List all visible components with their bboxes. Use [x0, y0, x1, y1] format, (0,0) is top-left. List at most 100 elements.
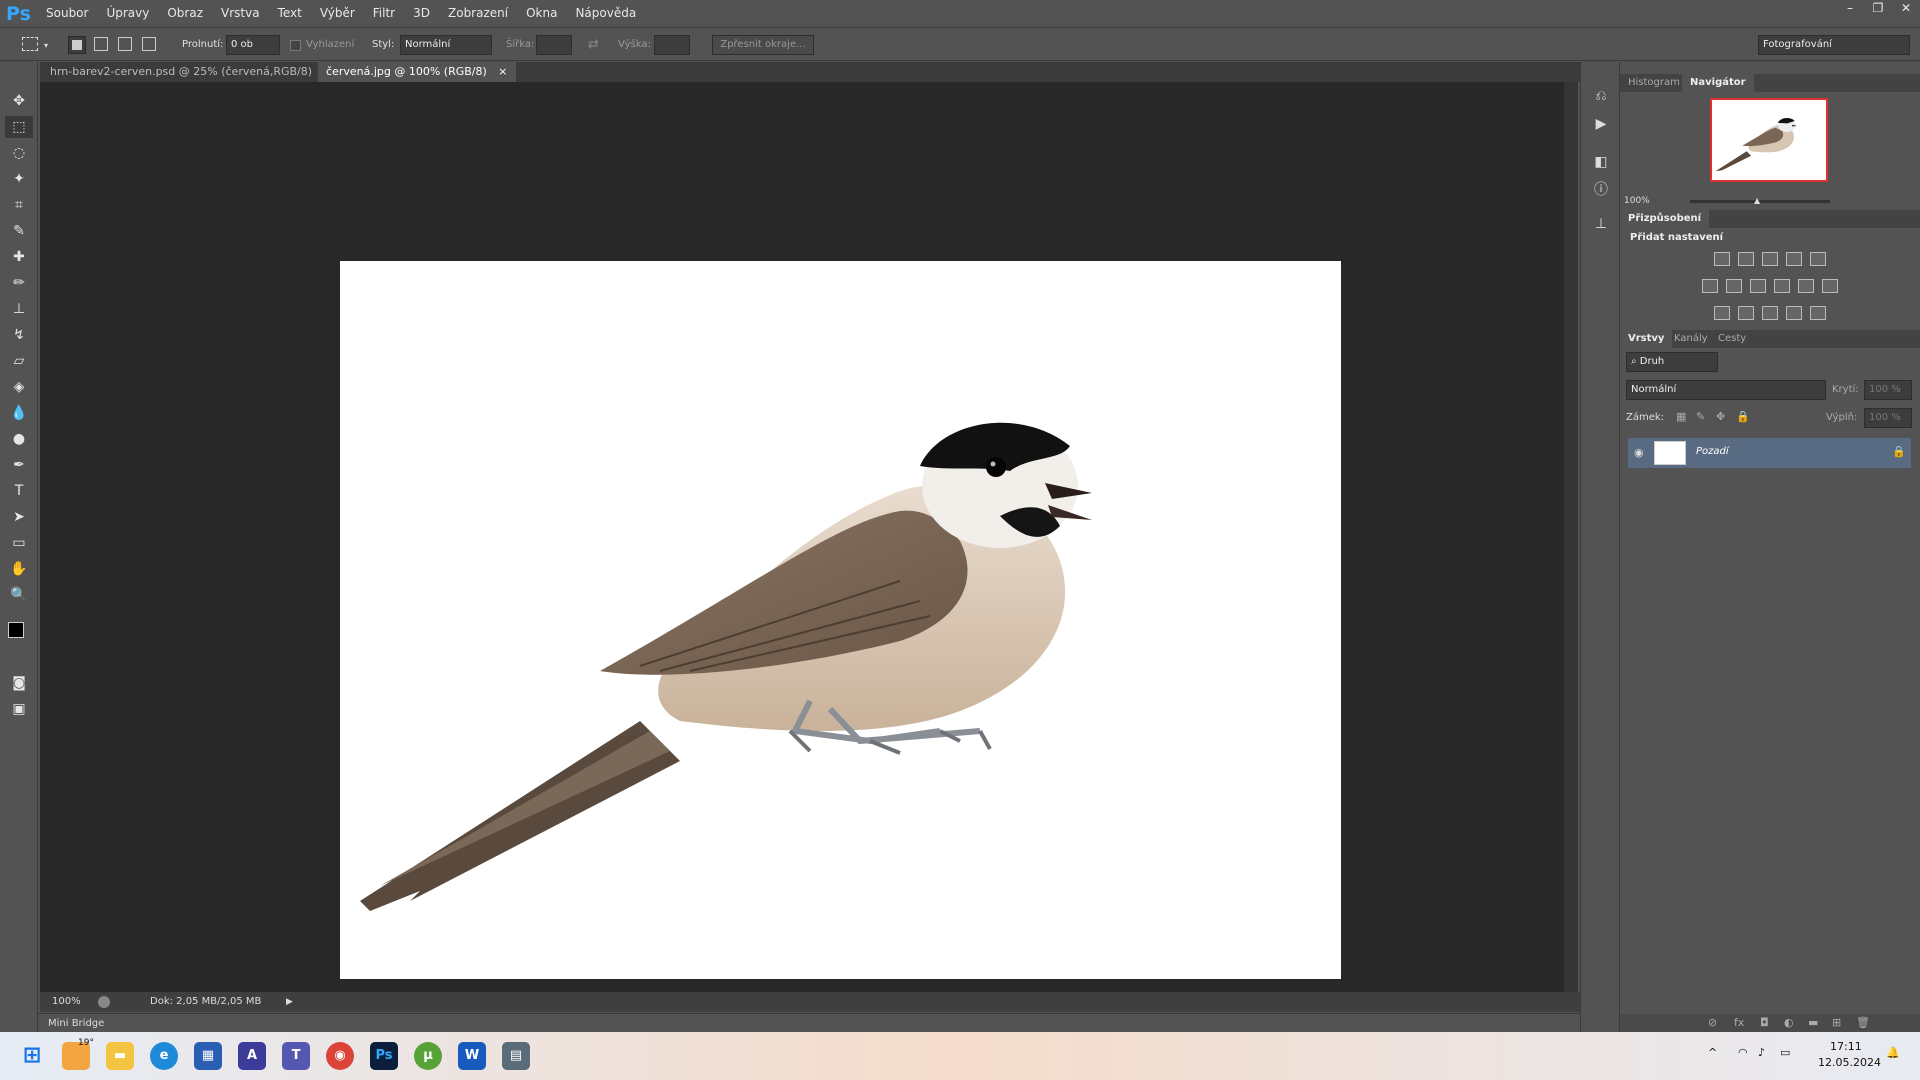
- close-icon[interactable]: ×: [498, 65, 507, 78]
- start-icon[interactable]: ⊞: [18, 1042, 46, 1070]
- healing-brush-icon[interactable]: ✚: [5, 246, 33, 268]
- clock-time[interactable]: 17:11: [1830, 1040, 1862, 1053]
- properties-panel-icon[interactable]: ◧: [1591, 152, 1611, 172]
- clock-date[interactable]: 12.05.2024: [1818, 1056, 1881, 1069]
- style-select[interactable]: Normální: [400, 35, 492, 55]
- new-selection-icon[interactable]: [68, 36, 86, 54]
- mini-bridge-tab[interactable]: Mini Bridge: [48, 1014, 104, 1033]
- curves-icon[interactable]: [1762, 252, 1778, 266]
- close-button[interactable]: ✕: [1892, 0, 1920, 18]
- width-input[interactable]: [536, 35, 572, 55]
- volume-icon[interactable]: ♪: [1758, 1046, 1765, 1059]
- exposure-icon[interactable]: [1786, 252, 1802, 266]
- edge-icon[interactable]: e: [150, 1042, 178, 1070]
- subtract-selection-icon[interactable]: [118, 37, 132, 51]
- threshold-icon[interactable]: [1762, 306, 1778, 320]
- vertical-scrollbar[interactable]: [1564, 82, 1578, 992]
- eyedropper-icon[interactable]: ✎: [5, 220, 33, 242]
- navigator-thumbnail[interactable]: [1710, 98, 1828, 182]
- utorrent-icon[interactable]: μ: [414, 1042, 442, 1070]
- new-adjustment-icon[interactable]: ◐: [1784, 1016, 1794, 1029]
- levels-icon[interactable]: [1738, 252, 1754, 266]
- menu-vyber[interactable]: Výběr: [320, 6, 364, 20]
- layer-kind-filter[interactable]: ⌕ Druh: [1626, 352, 1718, 372]
- hand-tool-icon[interactable]: ✋: [5, 558, 33, 580]
- gradient-map-icon[interactable]: [1810, 306, 1826, 320]
- notification-icon[interactable]: 🔔: [1886, 1046, 1900, 1059]
- eye-icon[interactable]: ◉: [1634, 446, 1644, 459]
- affinity-icon[interactable]: A: [238, 1042, 266, 1070]
- dodge-tool-icon[interactable]: ●: [5, 428, 33, 450]
- eraser-icon[interactable]: ▱: [5, 350, 33, 372]
- clone-source-panel-icon[interactable]: ⊥: [1591, 214, 1611, 234]
- navigator-zoom[interactable]: 100%: [1624, 196, 1650, 206]
- file-explorer-icon[interactable]: ▬: [106, 1042, 134, 1070]
- info-panel-icon[interactable]: ⓘ: [1591, 180, 1611, 200]
- move-tool-icon[interactable]: ✥: [5, 90, 33, 112]
- rectangle-tool-icon[interactable]: ▭: [5, 532, 33, 554]
- status-info-icon[interactable]: [98, 996, 110, 1008]
- zoom-readout[interactable]: 100%: [52, 992, 81, 1012]
- lock-position-icon[interactable]: ✥: [1716, 410, 1725, 423]
- wifi-icon[interactable]: ◠: [1738, 1046, 1748, 1059]
- photo-filter-icon[interactable]: [1774, 279, 1790, 293]
- menu-obraz[interactable]: Obraz: [167, 6, 212, 20]
- new-group-icon[interactable]: ▬: [1808, 1016, 1818, 1029]
- store-icon[interactable]: ▦: [194, 1042, 222, 1070]
- tab-paths[interactable]: Cesty: [1710, 330, 1754, 348]
- menu-napoveda[interactable]: Nápověda: [575, 6, 645, 20]
- blur-tool-icon[interactable]: 💧: [5, 402, 33, 424]
- actions-panel-icon[interactable]: ▶: [1591, 114, 1611, 134]
- teams-icon[interactable]: T: [282, 1042, 310, 1070]
- link-layers-icon[interactable]: ⊘: [1708, 1016, 1717, 1029]
- paint-bucket-icon[interactable]: ◈: [5, 376, 33, 398]
- battery-icon[interactable]: ▭: [1780, 1046, 1790, 1059]
- swap-icon[interactable]: ⇄: [588, 37, 599, 52]
- chevron-up-icon[interactable]: ^: [1708, 1046, 1717, 1059]
- magic-wand-icon[interactable]: ✦: [5, 168, 33, 190]
- posterize-icon[interactable]: [1738, 306, 1754, 320]
- chevron-down-icon[interactable]: ▾: [44, 41, 48, 50]
- tab-layers[interactable]: Vrstvy: [1620, 330, 1673, 348]
- play-arrow-icon[interactable]: ▶: [286, 992, 293, 1012]
- brush-tool-icon[interactable]: ✏: [5, 272, 33, 294]
- calculator-icon[interactable]: ▤: [502, 1042, 530, 1070]
- marquee-preset-icon[interactable]: [22, 37, 38, 51]
- delete-layer-icon[interactable]: 🗑: [1856, 1016, 1870, 1029]
- slider-thumb-icon[interactable]: ▲: [1754, 196, 1760, 205]
- path-selection-icon[interactable]: ➤: [5, 506, 33, 528]
- word-icon[interactable]: W: [458, 1042, 486, 1070]
- tab-histogram[interactable]: Histogram: [1620, 74, 1688, 92]
- tab-adjustments[interactable]: Přizpůsobení: [1620, 210, 1710, 228]
- quick-mask-icon[interactable]: ◙: [5, 672, 33, 694]
- lock-pixels-icon[interactable]: ✎: [1696, 410, 1705, 423]
- invert-icon[interactable]: [1714, 306, 1730, 320]
- history-brush-icon[interactable]: ↯: [5, 324, 33, 346]
- menu-filtr[interactable]: Filtr: [373, 6, 404, 20]
- foreground-color-swatch[interactable]: [8, 622, 24, 638]
- channel-mixer-icon[interactable]: [1798, 279, 1814, 293]
- blend-mode-select[interactable]: Normální: [1626, 380, 1826, 400]
- menu-soubor[interactable]: Soubor: [46, 6, 97, 20]
- tab-hrn-barev[interactable]: hrn-barev2-cerven.psd @ 25% (červená,RGB…: [42, 62, 341, 82]
- refine-edge-button[interactable]: Zpřesnit okraje...: [712, 35, 814, 55]
- menu-upravy[interactable]: Úpravy: [106, 6, 158, 20]
- height-input[interactable]: [654, 35, 690, 55]
- minimize-button[interactable]: –: [1836, 0, 1864, 18]
- chrome-icon[interactable]: ◉: [326, 1042, 354, 1070]
- clone-stamp-icon[interactable]: ⊥: [5, 298, 33, 320]
- menu-3d[interactable]: 3D: [413, 6, 439, 20]
- restore-button[interactable]: ❐: [1864, 0, 1892, 18]
- marquee-tool-icon[interactable]: ⬚: [5, 116, 33, 138]
- menu-text[interactable]: Text: [278, 6, 311, 20]
- brightness-icon[interactable]: [1714, 252, 1730, 266]
- color-lookup-icon[interactable]: [1822, 279, 1838, 293]
- menu-vrstva[interactable]: Vrstva: [221, 6, 269, 20]
- photoshop-icon[interactable]: Ps: [370, 1042, 398, 1070]
- crop-tool-icon[interactable]: ⌗: [5, 194, 33, 216]
- antialias-checkbox[interactable]: [290, 40, 301, 51]
- new-layer-icon[interactable]: ⊞: [1832, 1016, 1841, 1029]
- lasso-tool-icon[interactable]: ◌: [5, 142, 33, 164]
- menu-zobrazeni[interactable]: Zobrazení: [448, 6, 517, 20]
- selective-color-icon[interactable]: [1786, 306, 1802, 320]
